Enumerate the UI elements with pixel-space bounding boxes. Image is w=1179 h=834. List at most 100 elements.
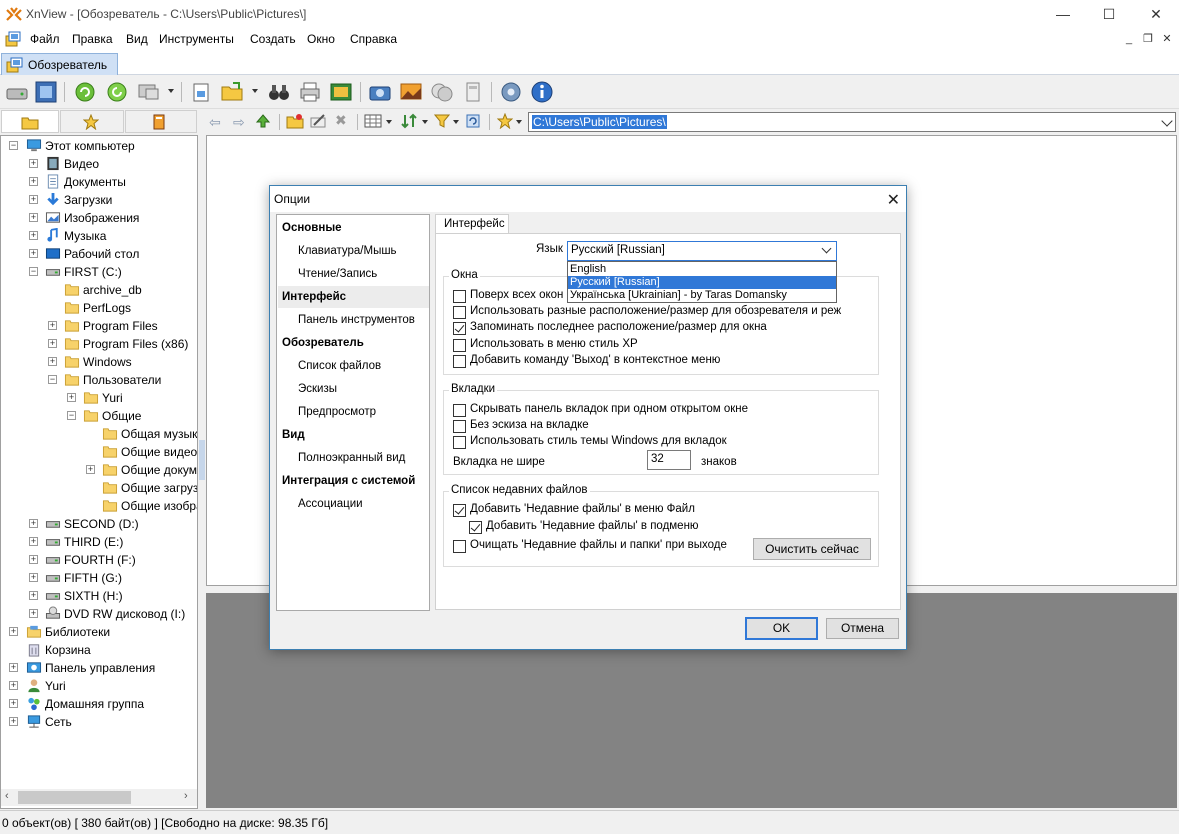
binoculars-icon[interactable] — [266, 79, 292, 105]
expand-icon[interactable]: + — [86, 465, 95, 474]
expand-icon[interactable]: + — [9, 699, 18, 708]
close-button[interactable]: ✕ — [1133, 0, 1179, 28]
address-bar[interactable]: C:\Users\Public\Pictures\ — [528, 112, 1176, 132]
rotate-icon[interactable] — [104, 79, 130, 105]
checkbox[interactable] — [453, 322, 466, 335]
tab-width-input[interactable]: 32 — [647, 450, 691, 470]
language-select[interactable]: Русский [Russian] — [567, 241, 837, 261]
menu-edit[interactable]: Правка — [72, 32, 113, 46]
filter-icon[interactable] — [434, 113, 450, 129]
checkbox[interactable] — [453, 436, 466, 449]
delete-icon[interactable]: ✖ — [335, 112, 347, 129]
collapse-icon[interactable]: − — [9, 141, 18, 150]
category-preview[interactable]: Предпросмотр — [298, 406, 376, 418]
monitor-dropdown-arrow[interactable] — [168, 89, 174, 93]
category-view[interactable]: Вид — [282, 429, 305, 441]
new-folder-icon[interactable] — [286, 113, 304, 129]
info-icon[interactable] — [529, 79, 555, 105]
expand-icon[interactable]: + — [67, 393, 76, 402]
checkbox[interactable] — [453, 290, 466, 303]
tree-horizontal-scrollbar[interactable]: ‹ › — [1, 789, 197, 806]
expand-icon[interactable]: + — [29, 537, 38, 546]
expand-icon[interactable]: + — [9, 627, 18, 636]
chevron-down-icon[interactable] — [1161, 115, 1173, 127]
checkbox[interactable] — [453, 504, 466, 517]
expand-icon[interactable]: + — [9, 681, 18, 690]
category-integration[interactable]: Интеграция с системой — [282, 475, 415, 487]
favorite-star-icon[interactable] — [497, 113, 513, 129]
category-browser[interactable]: Обозреватель — [282, 337, 364, 349]
expand-icon[interactable]: + — [29, 591, 38, 600]
back-arrow-icon[interactable]: ⇦ — [209, 114, 221, 131]
favorites-dropdown-arrow[interactable] — [516, 120, 522, 124]
view-dropdown-arrow[interactable] — [386, 120, 392, 124]
drive-icon[interactable] — [4, 79, 30, 105]
expand-icon[interactable]: + — [29, 519, 38, 528]
expand-icon[interactable]: + — [29, 159, 38, 168]
expand-icon[interactable]: + — [29, 609, 38, 618]
category-general[interactable]: Основные — [282, 222, 342, 234]
expand-icon[interactable]: + — [29, 555, 38, 564]
scrollbar-thumb[interactable] — [18, 791, 131, 804]
category-associations[interactable]: Ассоциации — [298, 498, 363, 510]
forward-arrow-icon[interactable]: ⇨ — [233, 114, 245, 131]
monitor-icon[interactable] — [136, 79, 162, 105]
expand-icon[interactable]: + — [29, 177, 38, 186]
view-mode-icon[interactable] — [364, 113, 382, 129]
checkbox[interactable] — [453, 420, 466, 433]
mdi-close-button[interactable]: ✕ — [1159, 31, 1175, 47]
side-tab-folders[interactable] — [1, 110, 59, 133]
tab-browser[interactable]: Обозреватель — [1, 53, 118, 75]
expand-icon[interactable]: + — [48, 321, 57, 330]
menu-tools[interactable]: Инструменты — [159, 32, 234, 46]
panel-splitter[interactable] — [199, 440, 205, 480]
settings-gear-icon[interactable] — [498, 79, 524, 105]
options-category-list[interactable]: Основные Клавиатура/Мышь Чтение/Запись И… — [276, 214, 430, 611]
mdi-restore-button[interactable]: ❐ — [1140, 31, 1156, 47]
export-dropdown-arrow[interactable] — [252, 89, 258, 93]
category-toolbar[interactable]: Панель инструментов — [298, 314, 415, 326]
expand-icon[interactable]: + — [29, 195, 38, 204]
checkbox[interactable] — [453, 355, 466, 368]
collapse-icon[interactable]: − — [48, 375, 57, 384]
menu-create[interactable]: Создать — [250, 32, 296, 46]
checkbox[interactable] — [453, 339, 466, 352]
collapse-icon[interactable]: − — [29, 267, 38, 276]
refresh-icon[interactable] — [72, 79, 98, 105]
rename-icon[interactable] — [310, 113, 328, 129]
language-option-russian[interactable]: Русский [Russian] — [568, 276, 836, 289]
parent-folder-icon[interactable] — [255, 113, 271, 129]
checkbox[interactable] — [453, 540, 466, 553]
menu-view[interactable]: Вид — [126, 32, 148, 46]
expand-icon[interactable]: + — [9, 663, 18, 672]
camera-icon[interactable] — [367, 79, 393, 105]
ok-button[interactable]: OK — [745, 617, 818, 640]
expand-icon[interactable]: + — [29, 213, 38, 222]
print-icon[interactable] — [297, 79, 323, 105]
expand-icon[interactable]: + — [29, 573, 38, 582]
category-read-write[interactable]: Чтение/Запись — [298, 268, 377, 280]
folder-export-icon[interactable] — [219, 79, 245, 105]
scroll-right-icon[interactable]: › — [184, 790, 188, 802]
cancel-button[interactable]: Отмена — [826, 618, 899, 639]
scroll-left-icon[interactable]: ‹ — [5, 790, 9, 802]
clear-now-button[interactable]: Очистить сейчас — [753, 538, 871, 560]
category-file-list[interactable]: Список файлов — [298, 360, 381, 372]
dialog-close-icon[interactable]: ✕ — [887, 190, 900, 210]
filter-dropdown-arrow[interactable] — [453, 120, 459, 124]
category-fullscreen[interactable]: Полноэкранный вид — [298, 452, 405, 464]
category-interface[interactable]: Интерфейс — [282, 291, 346, 303]
menu-window[interactable]: Окно — [307, 32, 335, 46]
category-thumbnails[interactable]: Эскизы — [298, 383, 337, 395]
menu-file[interactable]: Файл — [30, 32, 60, 46]
tab-interface[interactable]: Интерфейс — [435, 214, 509, 234]
collapse-icon[interactable]: − — [67, 411, 76, 420]
side-tab-favorites[interactable] — [60, 110, 124, 133]
checkbox[interactable] — [453, 306, 466, 319]
folder-tree[interactable]: Этот компьютер − Видео + Документы + Загрузки +… — [0, 135, 198, 809]
expand-icon[interactable]: + — [29, 249, 38, 258]
sort-icon[interactable] — [400, 113, 418, 129]
checkbox[interactable] — [469, 521, 482, 534]
fullscreen-icon[interactable] — [33, 79, 59, 105]
open-file-icon[interactable] — [188, 79, 214, 105]
